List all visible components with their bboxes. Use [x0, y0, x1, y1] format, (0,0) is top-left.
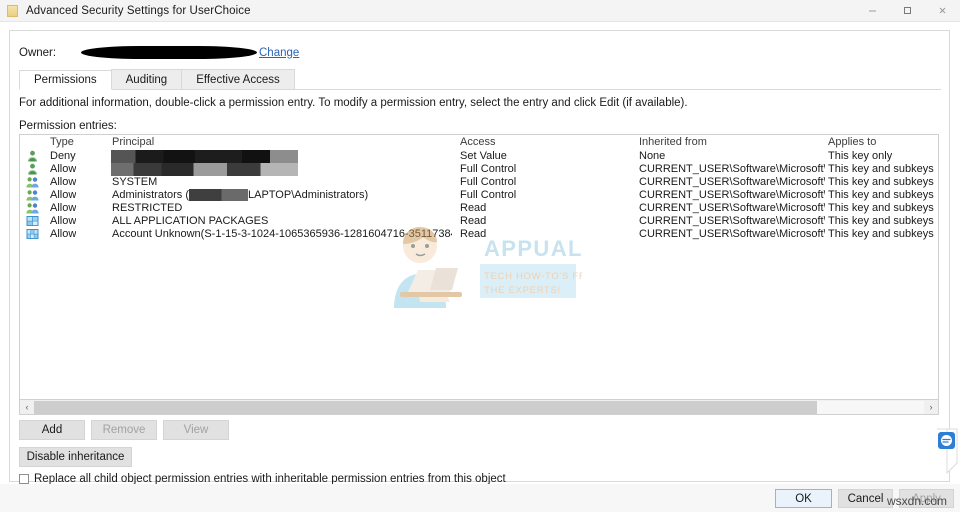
cell-principal: Account Unknown(S-1-15-3-1024-1065365936… [112, 228, 452, 240]
cell-inherited-from: CURRENT_USER\Software\Microsoft\Windo... [639, 215, 825, 227]
owner-change-link[interactable]: Change [259, 47, 299, 59]
cell-access: Full Control [460, 189, 517, 201]
user-icon [26, 163, 39, 175]
cell-type: Allow [50, 189, 77, 201]
column-header-inherited-from[interactable]: Inherited from [639, 136, 707, 148]
app-package-icon [26, 228, 39, 240]
cell-type: Allow [50, 163, 77, 175]
apply-button: Apply [899, 489, 954, 508]
cell-access: Full Control [460, 176, 517, 188]
user-icon [26, 150, 39, 162]
minimize-icon[interactable] [855, 0, 890, 21]
cell-type: Deny [50, 150, 76, 162]
list-rows: Deny Set Value None This key only Allow … [20, 150, 938, 241]
replace-child-entries-checkbox[interactable] [19, 474, 29, 484]
cell-principal: RESTRICTED [112, 202, 183, 214]
hint-text: For additional information, double-click… [19, 97, 688, 109]
cell-inherited-from: CURRENT_USER\Software\Microsoft\Windo... [639, 163, 825, 175]
cell-applies-to: This key and subkeys [828, 176, 934, 188]
cell-applies-to: This key and subkeys [828, 189, 934, 201]
cell-principal-suffix: LAPTOP\Administrators) [248, 189, 369, 201]
column-header-access[interactable]: Access [460, 136, 495, 148]
tab-permissions[interactable]: Permissions [19, 70, 112, 90]
cell-principal: ALL APPLICATION PACKAGES [112, 215, 269, 227]
remove-button: Remove [91, 420, 157, 440]
cell-principal-redacted [189, 189, 248, 201]
table-row[interactable]: Deny Set Value None This key only [20, 150, 938, 163]
cell-applies-to: This key and subkeys [828, 163, 934, 175]
cell-inherited-from: CURRENT_USER\Software\Microsoft\Windo... [639, 176, 825, 188]
app-package-icon [26, 215, 39, 227]
table-row[interactable]: Allow Account Unknown(S-1-15-3-1024-1065… [20, 228, 938, 241]
cell-access: Read [460, 215, 487, 227]
tabstrip: Permissions Auditing Effective Access [19, 69, 941, 90]
cancel-button[interactable]: Cancel [838, 489, 893, 508]
cell-access: Read [460, 228, 487, 240]
group-icon [26, 176, 39, 188]
folder-icon [7, 4, 18, 17]
cell-principal: SYSTEM [112, 176, 158, 188]
cell-applies-to: This key only [828, 150, 893, 162]
window-titlebar: Advanced Security Settings for UserChoic… [0, 0, 960, 22]
scrollbar-track[interactable] [34, 400, 924, 414]
cell-applies-to: This key and subkeys [828, 202, 934, 214]
table-row[interactable]: Allow SYSTEM Full Control CURRENT_USER\S… [20, 176, 938, 189]
maximize-icon[interactable] [890, 0, 925, 21]
advanced-security-panel: Owner: Change Permissions Auditing Effec… [9, 30, 950, 485]
cell-access: Set Value [460, 150, 507, 162]
owner-value-redacted [81, 46, 257, 59]
add-button[interactable]: Add [19, 420, 85, 440]
dialog-footer: OK Cancel Apply [0, 484, 960, 512]
cell-access: Read [460, 202, 487, 214]
view-button: View [163, 420, 229, 440]
table-row[interactable]: Allow RESTRICTED Read CURRENT_USER\Softw… [20, 202, 938, 215]
cell-type: Allow [50, 215, 77, 227]
cell-type: Allow [50, 176, 77, 188]
cell-inherited-from: CURRENT_USER\Software\Microsoft\Windo... [639, 202, 825, 214]
table-row[interactable]: Allow Full Control CURRENT_USER\Software… [20, 163, 938, 176]
cell-principal-prefix: Administrators ( [112, 189, 190, 201]
owner-label: Owner: [19, 47, 57, 59]
scrollbar-thumb[interactable] [34, 400, 818, 414]
permission-entries-label: Permission entries: [19, 120, 117, 132]
table-row[interactable]: Allow Administrators ( LAPTOP\Administra… [20, 189, 938, 202]
cell-type: Allow [50, 202, 77, 214]
cell-principal-redacted [111, 163, 298, 176]
cell-applies-to: This key and subkeys [828, 215, 934, 227]
table-row[interactable]: Allow ALL APPLICATION PACKAGES Read CURR… [20, 215, 938, 228]
cell-type: Allow [50, 228, 77, 240]
cell-applies-to: This key and subkeys [828, 228, 934, 240]
cell-principal-redacted [111, 150, 298, 163]
column-header-applies-to[interactable]: Applies to [828, 136, 876, 148]
cell-access: Full Control [460, 163, 517, 175]
horizontal-scrollbar[interactable]: ‹ › [19, 400, 939, 415]
cell-inherited-from: None [639, 150, 666, 162]
cell-inherited-from: CURRENT_USER\Software\Microsoft\Windo... [639, 189, 825, 201]
disable-inheritance-button[interactable]: Disable inheritance [19, 447, 132, 467]
owner-row: Owner: Change [19, 46, 939, 62]
tab-auditing[interactable]: Auditing [110, 69, 183, 89]
window-controls [855, 0, 960, 21]
tab-effective-access[interactable]: Effective Access [181, 69, 295, 89]
permission-entries-list[interactable]: Type Principal Access Inherited from App… [19, 134, 939, 400]
scroll-left-icon[interactable]: ‹ [20, 401, 34, 414]
column-header-principal[interactable]: Principal [112, 136, 154, 148]
group-icon [26, 202, 39, 214]
window-title: Advanced Security Settings for UserChoic… [26, 4, 251, 17]
scroll-right-icon[interactable]: › [924, 401, 938, 414]
cell-inherited-from: CURRENT_USER\Software\Microsoft\Windo... [639, 228, 825, 240]
ok-button[interactable]: OK [775, 489, 832, 508]
column-header-type[interactable]: Type [50, 136, 74, 148]
group-icon [26, 189, 39, 201]
list-header: Type Principal Access Inherited from App… [20, 135, 938, 150]
close-icon[interactable] [925, 0, 960, 21]
